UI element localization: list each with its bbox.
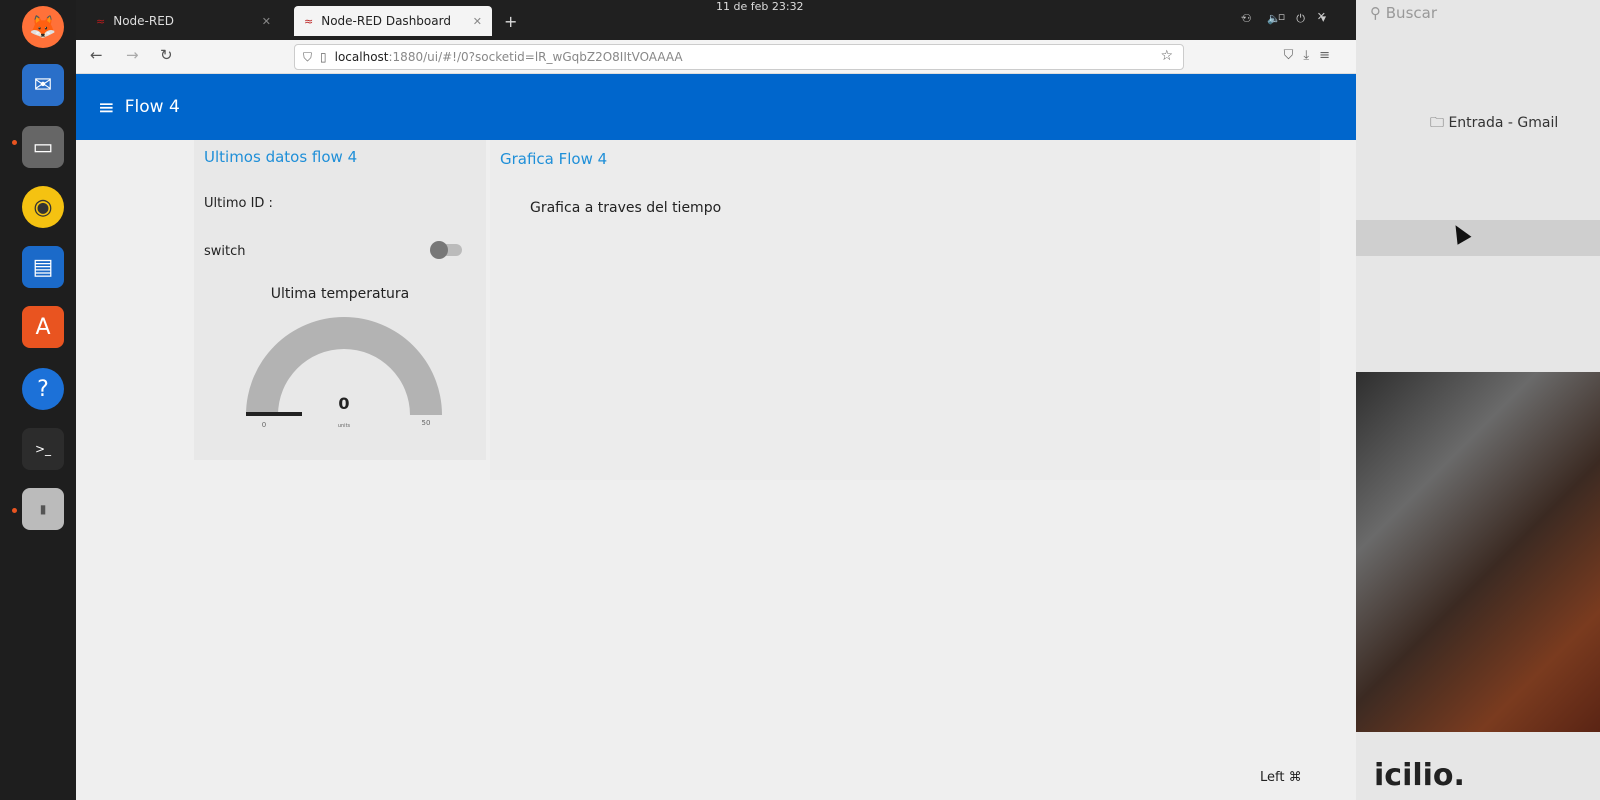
running-indicator — [12, 140, 17, 145]
address-bar[interactable]: ⛉ ▯ localhost :1880/ui/#!/0?socketid=lR_… — [294, 44, 1184, 70]
search-placeholder: Buscar — [1385, 4, 1437, 22]
toolbar-icons[interactable]: ⛉⤓≡ — [1284, 48, 1340, 63]
firefox-icon[interactable]: 🦊 — [22, 6, 64, 48]
window-controls[interactable]: – ▫ ✕ — [1241, 10, 1340, 23]
gauge-value: 0 — [338, 394, 349, 413]
group-title: Grafica Flow 4 — [500, 150, 608, 168]
ubuntu-dock: 🦊 ✉ ▭ ◉ ▤ A ? >_ ▮ — [0, 0, 76, 800]
background-band — [1356, 220, 1600, 256]
page-title: Flow 4 — [124, 97, 180, 117]
switch-knob[interactable] — [430, 241, 448, 259]
group-title: Ultimos datos flow 4 — [204, 148, 358, 166]
gauge-max: 50 — [422, 419, 431, 427]
search-field[interactable]: ⚲ Buscar — [1370, 4, 1437, 22]
group-grafica: Grafica Flow 4 Grafica a traves del tiem… — [490, 140, 1320, 480]
dashboard-header: ≡ Flow 4 — [76, 74, 1356, 140]
gauge-needle — [246, 412, 302, 416]
page-icon[interactable]: ▯ — [320, 50, 327, 64]
reload-icon[interactable]: ↻ — [160, 46, 173, 64]
forward-icon[interactable]: → — [126, 46, 139, 64]
help-icon[interactable]: ? — [22, 368, 64, 410]
dashboard-content: Ultimos datos flow 4 Ultimo ID : switch … — [76, 140, 1356, 800]
switch-label: switch — [204, 244, 246, 259]
tab-node-red[interactable]: ≈ Node-RED ✕ — [86, 6, 281, 36]
folder-icon: 🗀 — [1430, 115, 1444, 131]
node-red-favicon-icon: ≈ — [96, 14, 106, 28]
node-red-favicon-icon: ≈ — [304, 14, 314, 28]
food-photo — [1356, 372, 1600, 732]
bookmark-star-icon[interactable]: ☆ — [1160, 48, 1173, 64]
writer-icon[interactable]: ▤ — [22, 246, 64, 288]
files-icon[interactable]: ▭ — [22, 126, 64, 168]
system-clock: 11 de feb 23:32 — [716, 0, 804, 13]
bookmark-entrada-gmail[interactable]: 🗀 Entrada - Gmail — [1430, 112, 1558, 136]
partial-heading: icilio. — [1374, 758, 1465, 793]
hamburger-menu-icon[interactable]: ≡ — [98, 95, 115, 119]
tab-node-red-dashboard[interactable]: ≈ Node-RED Dashboard ✕ — [294, 6, 492, 36]
browser-navbar: – ▫ ✕ ← → ↻ ⛉ ▯ localhost :1880/ui/#!/0?… — [76, 10, 1356, 74]
background-browser-window: ⚲ Buscar 🗀 Entrada - Gmail icilio. — [1356, 0, 1600, 800]
tab-label: Node-RED Dashboard — [321, 14, 451, 28]
gauge-units: units — [338, 423, 351, 429]
terminal-icon[interactable]: >_ — [22, 428, 64, 470]
software-center-icon[interactable]: A — [22, 306, 64, 348]
browser-tab-strip: 11 de feb 23:32 ≈ Node-RED ✕ ≈ Node-RED … — [76, 0, 1356, 40]
gauge-title: Ultima temperatura — [270, 286, 410, 302]
back-icon[interactable]: ← — [90, 46, 103, 64]
shield-icon[interactable]: ⛉ — [303, 50, 312, 65]
new-tab-icon[interactable]: + — [504, 12, 517, 31]
close-icon[interactable]: ✕ — [473, 15, 482, 28]
switch-toggle[interactable] — [430, 241, 462, 259]
group-ultimos-datos: Ultimos datos flow 4 Ultimo ID : switch … — [194, 140, 486, 460]
gauge-min: 0 — [262, 421, 266, 429]
rhythmbox-icon[interactable]: ◉ — [22, 186, 64, 228]
bookmark-label: Entrada - Gmail — [1448, 115, 1559, 131]
chart-title: Grafica a traves del tiempo — [530, 200, 722, 216]
status-text: Left ⌘ — [1260, 770, 1302, 785]
url-path: :1880/ui/#!/0?socketid=lR_wGqbZ2O8IItVOA… — [388, 50, 683, 64]
usb-drive-icon[interactable]: ▮ — [22, 488, 64, 530]
close-icon[interactable]: ✕ — [262, 15, 271, 28]
last-id-label: Ultimo ID : — [204, 196, 273, 211]
url-host: localhost — [334, 50, 389, 64]
temperature-gauge: 0 units 0 50 — [246, 317, 442, 429]
tab-label: Node-RED — [113, 14, 175, 28]
thunderbird-icon[interactable]: ✉ — [22, 64, 64, 106]
running-indicator — [12, 508, 17, 513]
